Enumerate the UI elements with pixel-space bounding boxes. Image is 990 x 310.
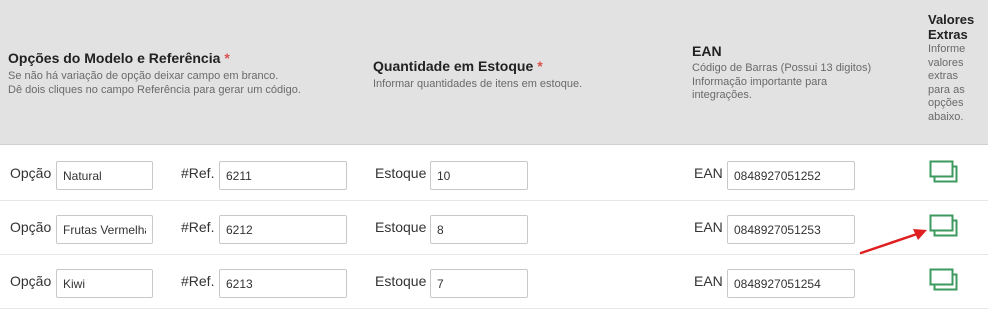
header-option-help-line2: Dê dois cliques no campo Referência para…: [8, 84, 301, 96]
red-arrow-icon: [859, 229, 927, 255]
header-option-title: Opções do Modelo e Referência *: [8, 50, 348, 66]
header-extras-help-line1: Informe: [928, 43, 966, 55]
table-row: Opção #Ref. Estoque EAN: [0, 148, 988, 201]
header-extras-help: Informe valores extras para as opções ab…: [928, 43, 986, 124]
header-ean-title: EAN: [692, 43, 722, 59]
ref-input[interactable]: [219, 269, 347, 298]
ean-label: EAN: [694, 273, 723, 289]
header-extras-title-line2: Extras: [928, 27, 968, 42]
option-input[interactable]: [56, 161, 153, 190]
stock-label: Estoque: [375, 219, 427, 235]
stock-input[interactable]: [430, 215, 528, 244]
header-extras-help-line6: abaixo.: [928, 110, 964, 123]
ean-label: EAN: [694, 219, 723, 235]
header-ean-help-line3: integrações.: [692, 89, 752, 101]
header-option-help-line1: Se não há variação de opção deixar campo…: [8, 70, 279, 82]
option-label: Opção: [10, 165, 52, 181]
stock-input[interactable]: [430, 161, 528, 190]
header-ean-help-line2: Informação importante para: [692, 75, 828, 88]
header-ean-help: Código de Barras (Possui 13 digitos) Inf…: [692, 62, 907, 103]
variations-table: Opções do Modelo e Referência * Se não há…: [0, 0, 990, 310]
header-extras-column: Valores Extras Informe valores extras pa…: [928, 12, 986, 124]
header-ean-column: EAN Código de Barras (Possui 13 digitos)…: [692, 43, 907, 103]
header-extras-title-line1: Valores: [928, 12, 975, 27]
header-option-column: Opções do Modelo e Referência * Se não há…: [8, 50, 348, 97]
option-input[interactable]: [56, 269, 153, 298]
header-option-help: Se não há variação de opção deixar campo…: [8, 69, 348, 97]
header-extras-help-line2: valores: [928, 56, 964, 69]
header-stock-help: Informar quantidades de itens em estoque…: [373, 78, 583, 90]
header-stock-title-text: Quantidade em Estoque: [373, 58, 534, 74]
option-input[interactable]: [56, 215, 153, 244]
ean-input[interactable]: [727, 269, 855, 298]
ref-label: #Ref.: [181, 165, 215, 181]
table-row: Opção #Ref. Estoque EAN: [0, 202, 988, 255]
header-extras-help-line5: opções: [928, 97, 964, 109]
option-label: Opção: [10, 219, 52, 235]
ean-input[interactable]: [727, 161, 855, 190]
required-marker: *: [537, 58, 543, 74]
option-label: Opção: [10, 273, 52, 289]
ref-input[interactable]: [219, 161, 347, 190]
ref-label: #Ref.: [181, 273, 215, 289]
stock-input[interactable]: [430, 269, 528, 298]
table-header: Opções do Modelo e Referência * Se não há…: [0, 0, 988, 145]
ref-input[interactable]: [219, 215, 347, 244]
header-stock-title: Quantidade em Estoque *: [373, 58, 673, 74]
header-extras-title: Valores Extras: [928, 12, 986, 42]
header-extras-help-line3: extras: [928, 70, 958, 82]
header-option-title-text: Opções do Modelo e Referência: [8, 50, 221, 66]
extra-values-icon[interactable]: [929, 268, 959, 292]
ref-label: #Ref.: [181, 219, 215, 235]
header-ean-help-line1: Código de Barras (Possui 13 digitos): [692, 62, 872, 74]
stock-label: Estoque: [375, 165, 427, 181]
table-row: Opção #Ref. Estoque EAN: [0, 256, 988, 309]
extra-values-icon[interactable]: [929, 160, 959, 184]
required-marker: *: [224, 50, 230, 66]
header-stock-column: Quantidade em Estoque * Informar quantida…: [373, 58, 673, 91]
ean-input[interactable]: [727, 215, 855, 244]
ean-label: EAN: [694, 165, 723, 181]
header-extras-help-line4: para as: [928, 83, 965, 96]
stock-label: Estoque: [375, 273, 427, 289]
